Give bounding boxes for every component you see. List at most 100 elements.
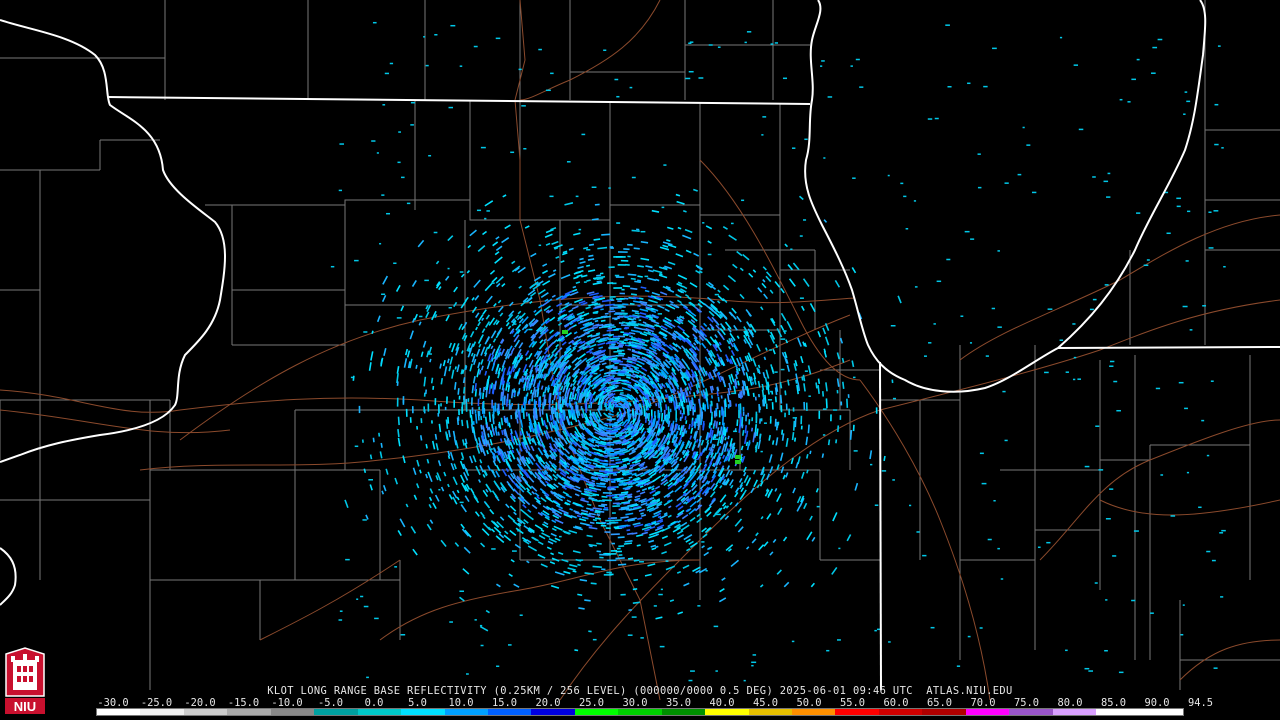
radar-echo (350, 376, 354, 379)
radar-echo (428, 154, 432, 157)
radar-echo (626, 462, 631, 465)
radar-echo (538, 244, 542, 247)
radar-echo (462, 377, 466, 384)
radar-echo (1183, 113, 1186, 115)
radar-echo (1198, 506, 1202, 509)
radar-echo (724, 437, 727, 441)
radar-echo (627, 341, 632, 345)
radar-echo (619, 524, 629, 528)
radar-echo (473, 45, 478, 48)
radar-echo (627, 481, 633, 485)
radar-echo (603, 49, 607, 52)
radar-echo (977, 186, 982, 189)
radar-echo (598, 504, 605, 508)
radar-echo (1202, 305, 1207, 307)
radar-echo (599, 470, 608, 473)
radar-echo (484, 416, 488, 425)
radar-echo-strong (735, 460, 741, 464)
radar-echo (731, 392, 737, 395)
colorbar-segment (531, 709, 575, 715)
radar-echo (768, 434, 771, 439)
radar-echo (713, 420, 716, 427)
radar-echo (476, 209, 482, 212)
radar-echo (593, 238, 601, 241)
radar-echo (433, 231, 438, 234)
radar-echo (708, 44, 713, 46)
radar-echo (497, 431, 500, 436)
radar-echo (548, 392, 552, 403)
radar-echo (591, 494, 597, 497)
radar-echo (981, 482, 987, 485)
radar-echo (750, 376, 753, 381)
niu-logo: NIU (3, 646, 47, 716)
radar-echo (590, 582, 597, 585)
radar-echo (662, 426, 665, 431)
radar-echo (570, 397, 575, 400)
radar-echo (744, 425, 748, 434)
radar-echo (617, 563, 627, 566)
radar-echo (459, 590, 465, 592)
radar-echo (491, 548, 496, 550)
radar-echo (429, 358, 432, 363)
radar-echo (372, 437, 375, 443)
colorbar-segment (1052, 709, 1097, 715)
radar-echo (597, 316, 604, 320)
radar-echo (553, 393, 557, 401)
radar-echo (490, 382, 494, 389)
radar-echo (397, 416, 400, 426)
radar-echo (615, 557, 625, 560)
radar-echo (609, 375, 614, 378)
radar-echo (487, 433, 490, 438)
radar-echo (339, 143, 344, 145)
radar-echo (992, 47, 997, 50)
radar-echo (669, 599, 675, 602)
radar-echo (822, 434, 826, 436)
radar-echo (870, 463, 873, 466)
radar-echo (592, 638, 597, 641)
radar-echo (622, 463, 627, 467)
radar-echo (640, 637, 644, 639)
radar-echo (608, 355, 617, 358)
radar-echo (680, 396, 683, 400)
radar-echo (517, 530, 521, 532)
radar-echo (1136, 212, 1141, 214)
radar-echo (596, 277, 603, 281)
radar-echo (434, 433, 438, 440)
radar-echo (1221, 147, 1224, 149)
radar-echo (1109, 360, 1115, 363)
radar-echo (454, 382, 457, 390)
radar-echo (616, 95, 620, 98)
radar-echo (809, 450, 812, 455)
radar-echo (552, 269, 557, 273)
radar-echo (371, 330, 374, 334)
radar-echo (658, 593, 663, 596)
radar-echo (425, 64, 429, 67)
radar-echo (352, 375, 355, 381)
radar-echo (705, 370, 708, 375)
radar-echo (538, 48, 542, 51)
radar-echo (581, 133, 586, 136)
radar-echo (1026, 144, 1031, 146)
radar-echo (604, 455, 608, 459)
radar-echo (500, 391, 503, 400)
radar-echo (634, 474, 638, 476)
radar-echo (486, 210, 490, 212)
radar-echo (823, 157, 826, 159)
radar-echo (1170, 515, 1176, 517)
radar-echo (545, 89, 551, 92)
radar-echo (530, 389, 533, 394)
radar-echo (632, 601, 640, 605)
radar-echo (609, 456, 619, 460)
radar-echo (737, 367, 741, 372)
radar-echo (697, 605, 701, 607)
radar-echo (1073, 64, 1079, 66)
radar-echo (629, 335, 634, 338)
radar-echo (640, 240, 649, 244)
radar-echo (1047, 308, 1053, 310)
radar-echo (914, 286, 918, 288)
radar-echo (665, 560, 669, 562)
radar-echo (603, 374, 607, 378)
radar-echo (572, 570, 577, 573)
radar-echo (415, 364, 418, 369)
radar-echo (639, 297, 644, 300)
